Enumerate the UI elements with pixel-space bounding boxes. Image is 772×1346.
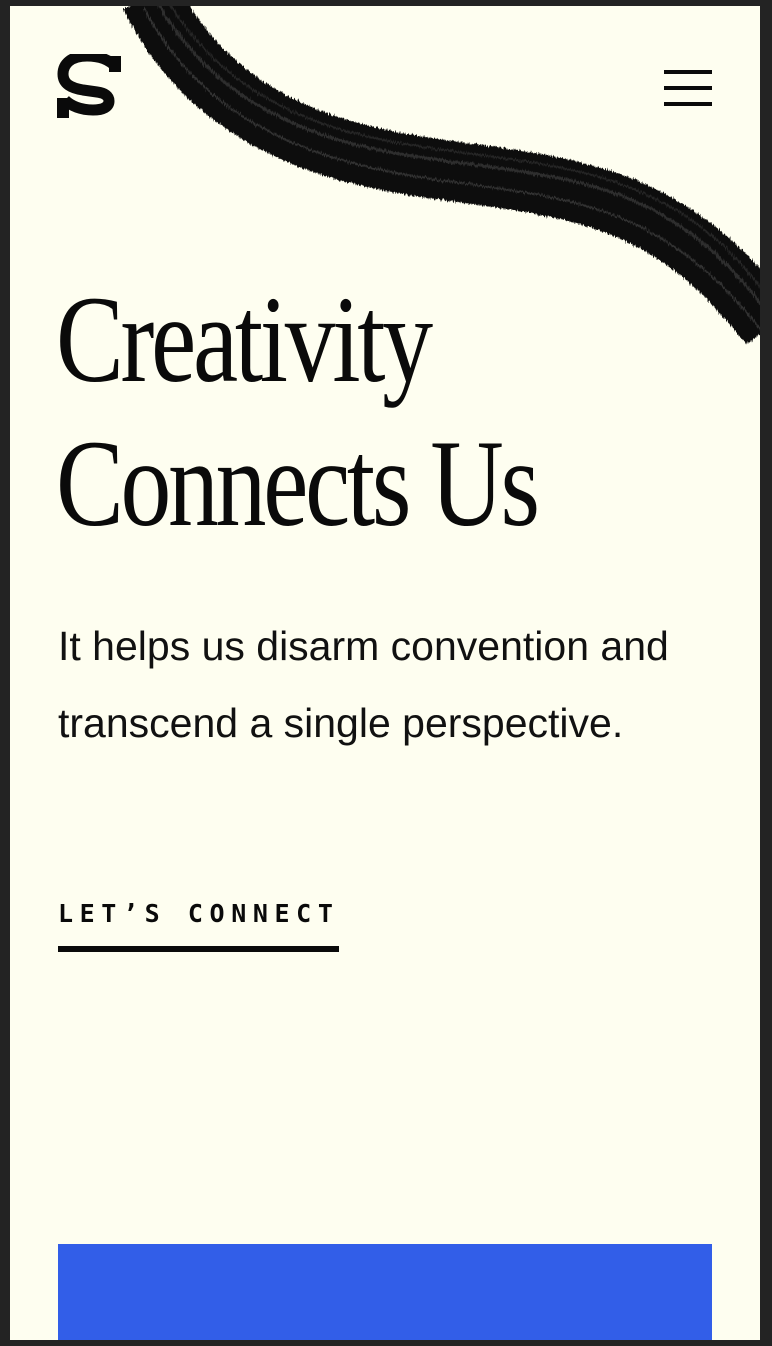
s-logo-icon xyxy=(57,50,122,118)
lets-connect-link[interactable]: LET’S CONNECT xyxy=(58,896,340,952)
brand-logo-link[interactable] xyxy=(57,50,123,120)
blue-feature-block xyxy=(58,1244,712,1340)
headline-line-1: Creativity xyxy=(56,271,433,408)
hero-headline: Creativity Connects Us xyxy=(56,268,614,556)
headline-line-2: Connects Us xyxy=(56,415,540,552)
page-viewport: Creativity Connects Us It helps us disar… xyxy=(10,6,760,1340)
menu-button[interactable] xyxy=(658,66,714,114)
hero-subcopy: It helps us disarm convention and transc… xyxy=(58,623,669,746)
hamburger-menu-icon xyxy=(658,66,714,114)
